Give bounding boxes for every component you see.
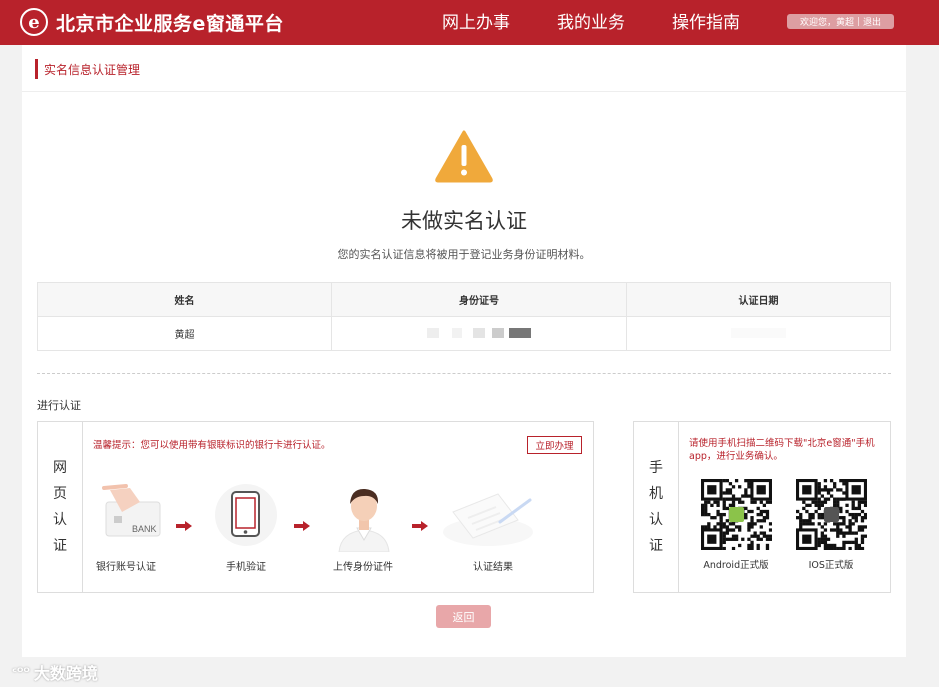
table-row: 黄超 [37,316,891,351]
chat-bubble-icon: ᶜᴼᴼ [12,665,30,679]
table-header-row: 姓名 身份证号 认证日期 [37,282,891,317]
side-char: 证 [53,538,67,554]
watermark: ᶜᴼᴼ 大数跨境 [12,660,98,684]
web-auth-panel: 网 页 认 证 温馨提示：您可以使用带有银联标识的银行卡进行认证。 立即办理 B… [37,421,594,593]
bank-card-icon: BANK [90,482,180,546]
web-auth-tip: 温馨提示：您可以使用带有银联标识的银行卡进行认证。 [93,440,331,451]
user-box: 欢迎您，黄超 | 退出 [787,14,894,29]
status-title: 未做实名认证 [401,209,527,233]
side-char: 手 [649,460,663,476]
logout-link[interactable]: 退出 [863,15,881,28]
phone-icon [201,482,291,552]
step-label-id-upload: 上传身份证件 [333,562,393,573]
page-title: 实名信息认证管理 [44,63,141,77]
arrow-right-icon [294,520,310,534]
user-separator: | [856,16,861,27]
ios-qr-label: IOS正式版 [808,560,854,571]
back-button[interactable]: 返回 [436,605,491,628]
top-header: e 北京市企业服务e窗通平台 网上办事 我的业务 操作指南 欢迎您，黄超 | 退… [0,0,939,45]
breadcrumb-accent-bar [35,59,38,79]
document-result-icon [438,482,533,556]
step-label-phone: 手机验证 [226,562,266,573]
main-card: 实名信息认证管理 未做实名认证 您的实名认证信息将被用于登记业务身份证明材料。 … [22,45,906,657]
welcome-text: 欢迎您，黄超 [799,18,854,28]
header-name: 姓名 [37,282,332,317]
nav-online-service[interactable]: 网上办事 [442,8,510,33]
mobile-auth-panel: 手 机 认 证 请使用手机扫描二维码下载"北京e窗通"手机app，进行业务确认。… [633,421,891,593]
divider [37,373,891,374]
logo[interactable]: e 北京市企业服务e窗通平台 [20,8,284,36]
start-now-button[interactable]: 立即办理 [527,436,582,454]
step-label-bank: 银行账号认证 [96,562,156,573]
bank-card-text: BANK [132,524,157,534]
section-label-auth: 进行认证 [37,399,81,412]
status-subtitle: 您的实名认证信息将被用于登记业务身份证明材料。 [337,248,591,261]
cell-name: 黄超 [37,316,332,351]
nav-operation-guide[interactable]: 操作指南 [672,8,740,33]
breadcrumb: 实名信息认证管理 [22,45,906,92]
header-auth-date: 认证日期 [626,282,891,317]
watermark-text: 大数跨境 [33,664,98,683]
step-label-result: 认证结果 [473,562,513,573]
side-char: 网 [53,460,67,476]
cell-id-number-masked [331,316,627,351]
android-qr-label: Android正式版 [703,560,769,571]
mobile-auth-tip: 请使用手机扫描二维码下载"北京e窗通"手机app，进行业务确认。 [689,438,875,462]
arrow-right-icon [412,520,428,534]
side-char: 认 [649,512,663,528]
warning-triangle-icon [434,129,494,187]
mobile-auth-side-label: 手 机 认 证 [634,422,679,592]
cell-auth-date-masked [626,316,891,351]
android-qr-code-icon[interactable] [701,479,773,551]
side-char: 证 [649,538,663,554]
side-char: 机 [649,486,663,502]
ios-qr-code-icon[interactable] [796,479,868,551]
arrow-right-icon [176,520,192,534]
header-id-number: 身份证号 [331,282,627,317]
nav-my-business[interactable]: 我的业务 [557,8,625,33]
logo-e-icon: e [20,8,48,36]
side-char: 认 [53,512,67,528]
identity-table: 姓名 身份证号 认证日期 黄超 [37,282,891,351]
site-title: 北京市企业服务e窗通平台 [56,12,284,35]
person-avatar-icon [319,482,409,556]
side-char: 页 [53,486,67,502]
